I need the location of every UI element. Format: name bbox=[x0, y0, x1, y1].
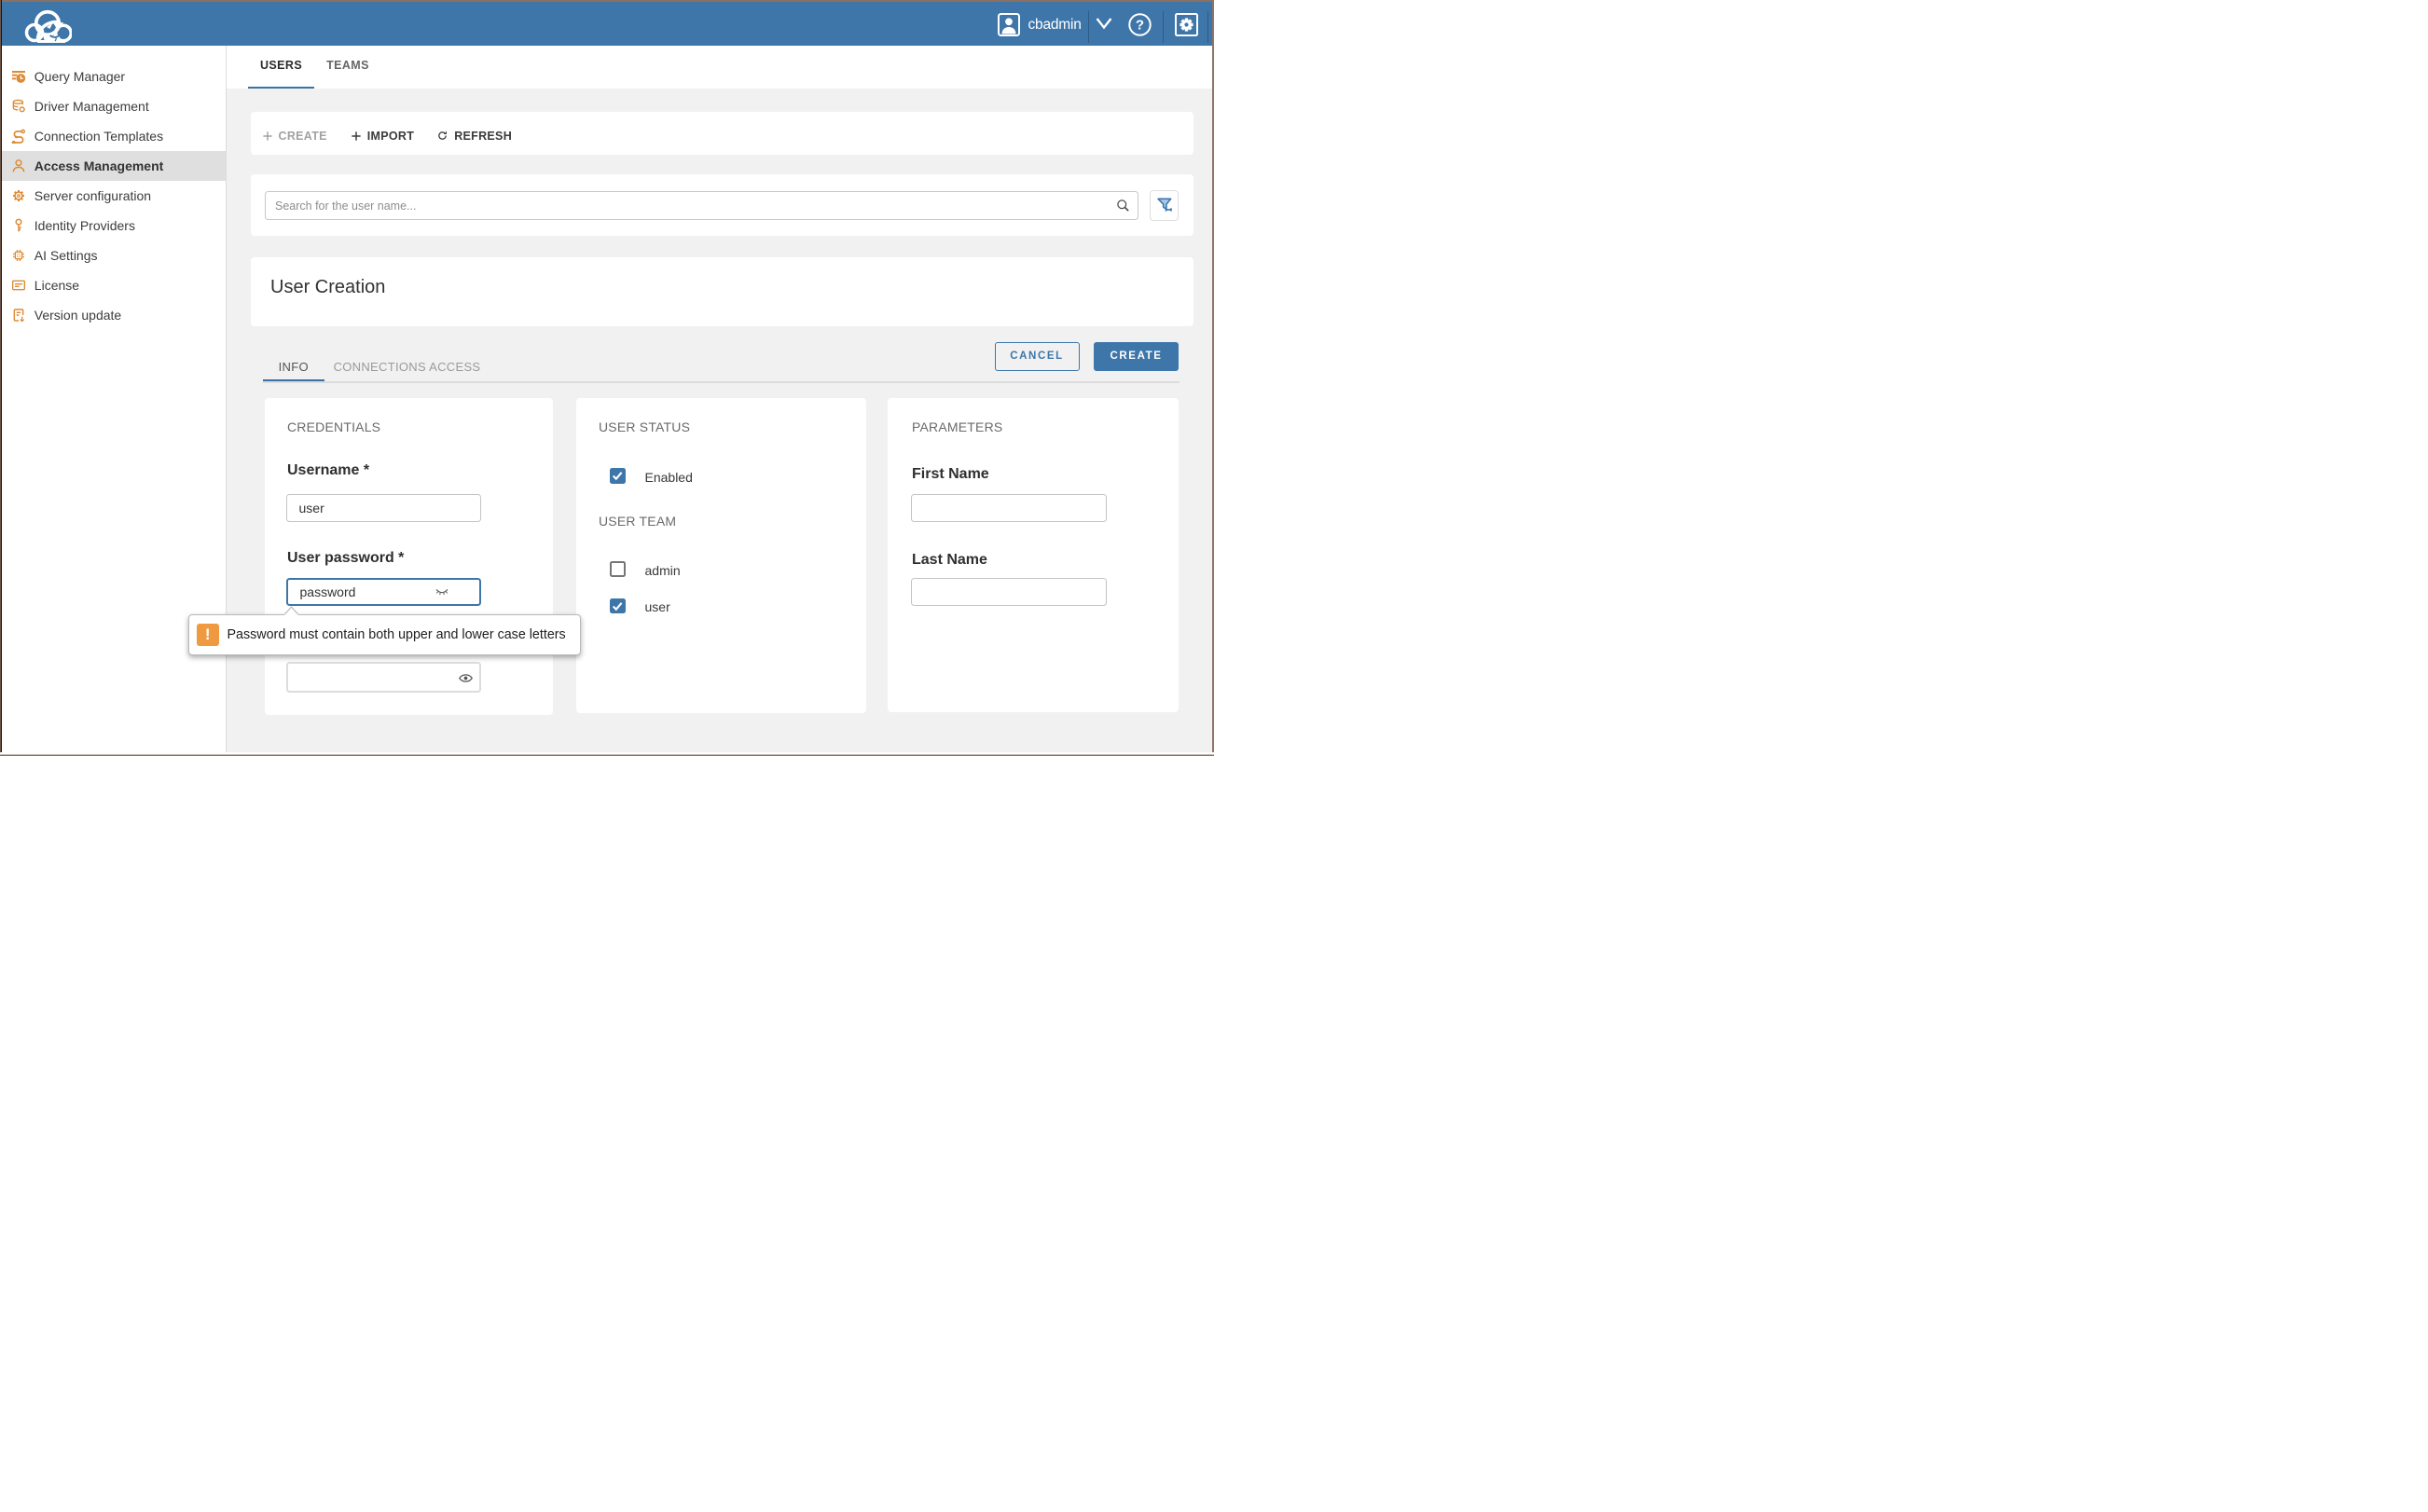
svg-text:?: ? bbox=[1136, 17, 1144, 33]
